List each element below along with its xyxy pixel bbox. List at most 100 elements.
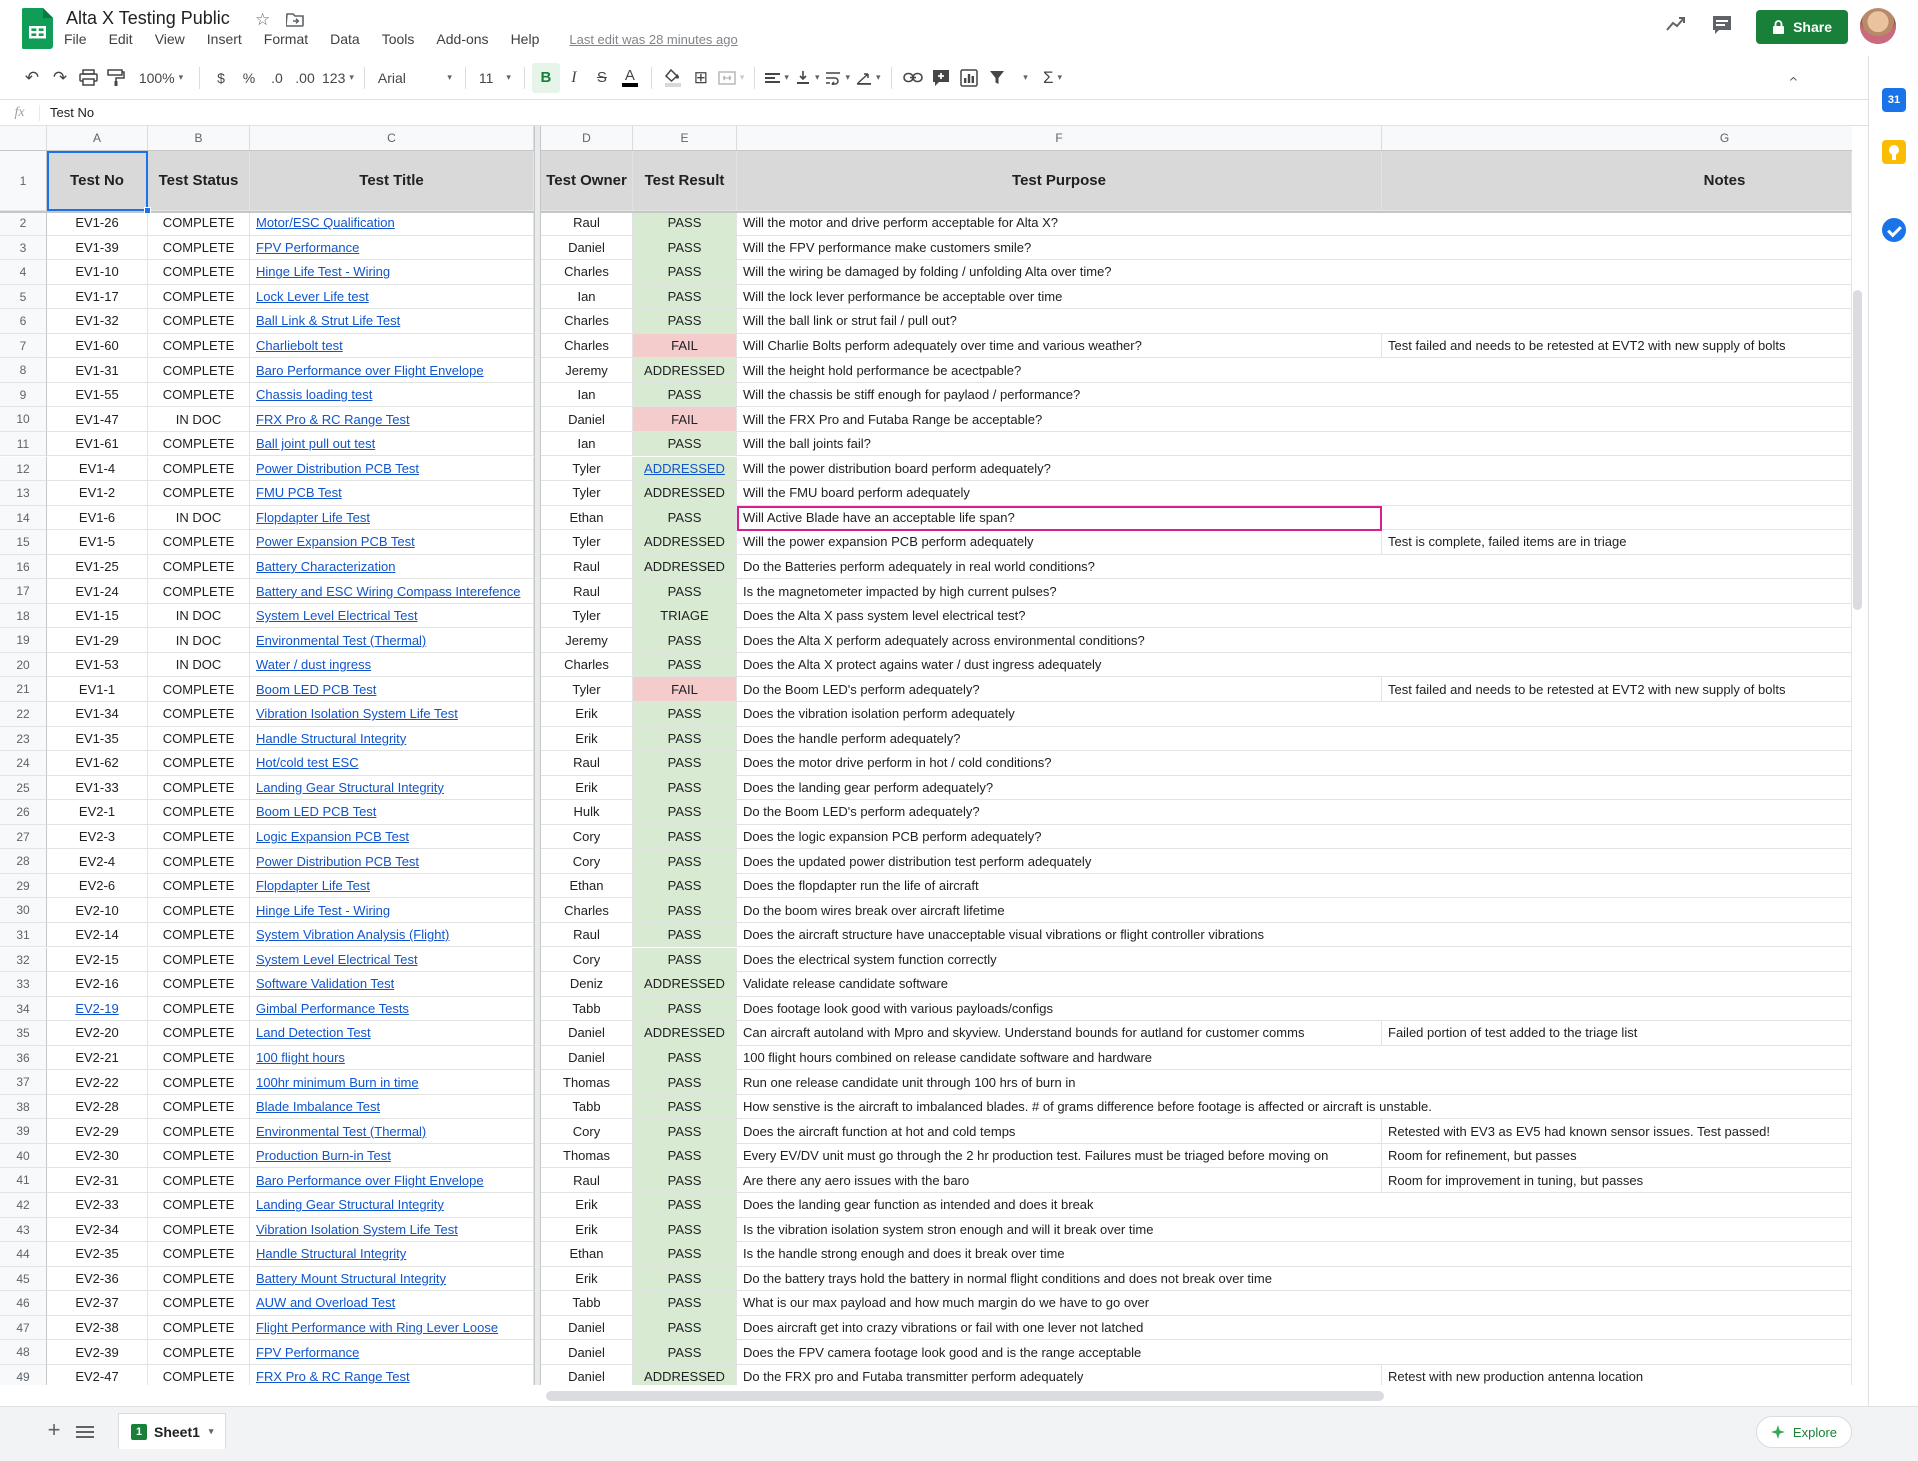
cell-purpose-row-35[interactable]: Can aircraft autoland with Mpro and skyv… (737, 1021, 1382, 1046)
cell-note-row-23[interactable] (1382, 727, 1852, 752)
cell-purpose-row-2[interactable]: Will the motor and drive perform accepta… (737, 211, 1382, 236)
cell-status-row-45[interactable]: COMPLETE (148, 1267, 250, 1292)
row-number-31[interactable]: 31 (0, 923, 47, 948)
cell-status-row-26[interactable]: COMPLETE (148, 800, 250, 825)
cell-note-row-11[interactable] (1382, 432, 1852, 457)
cell-status-row-32[interactable]: COMPLETE (148, 948, 250, 973)
test-title-link[interactable]: Motor/ESC Qualification (256, 215, 395, 230)
test-title-link[interactable]: Battery Characterization (256, 559, 395, 574)
cell-purpose-row-24[interactable]: Does the motor drive perform in hot / co… (737, 751, 1382, 776)
cell-result-row-39[interactable]: PASS (633, 1119, 737, 1144)
test-title-link[interactable]: Flight Performance with Ring Lever Loose (256, 1320, 498, 1335)
menu-format[interactable]: Format (264, 31, 308, 47)
cell-status-row-10[interactable]: IN DOC (148, 407, 250, 432)
cell-purpose-row-15[interactable]: Will the power expansion PCB perform ade… (737, 530, 1382, 555)
cell-note-row-30[interactable] (1382, 898, 1852, 923)
test-title-link[interactable]: Gimbal Performance Tests (256, 1001, 409, 1016)
cell-purpose-row-6[interactable]: Will the ball link or strut fail / pull … (737, 309, 1382, 334)
cell-result-row-8[interactable]: ADDRESSED (633, 358, 737, 383)
column-header-C[interactable]: C (250, 126, 534, 151)
cell-note-row-48[interactable] (1382, 1340, 1852, 1365)
cell-title-row-6[interactable]: Ball Link & Strut Life Test (250, 309, 534, 334)
row-number-38[interactable]: 38 (0, 1095, 47, 1120)
row-number-35[interactable]: 35 (0, 1021, 47, 1046)
test-title-link[interactable]: FPV Performance (256, 240, 359, 255)
cell-result-row-4[interactable]: PASS (633, 260, 737, 285)
menu-view[interactable]: View (155, 31, 185, 47)
cell-no-row-46[interactable]: EV2-37 (47, 1291, 148, 1316)
cell-result-row-28[interactable]: PASS (633, 849, 737, 874)
cell-status-row-27[interactable]: COMPLETE (148, 825, 250, 850)
text-wrap-button[interactable]: ▾ (822, 63, 853, 93)
text-color-button[interactable]: A (616, 63, 644, 93)
cell-purpose-row-32[interactable]: Does the electrical system function corr… (737, 948, 1382, 973)
test-title-link[interactable]: FRX Pro & RC Range Test (256, 412, 410, 427)
row-number-37[interactable]: 37 (0, 1070, 47, 1095)
row-number-19[interactable]: 19 (0, 628, 47, 653)
menu-tools[interactable]: Tools (382, 31, 415, 47)
cell-note-row-25[interactable] (1382, 776, 1852, 801)
test-title-link[interactable]: Software Validation Test (256, 976, 394, 991)
cell-no-row-38[interactable]: EV2-28 (47, 1095, 148, 1120)
cell-status-row-41[interactable]: COMPLETE (148, 1168, 250, 1193)
cell-result-row-34[interactable]: PASS (633, 997, 737, 1022)
cell-no-row-30[interactable]: EV2-10 (47, 898, 148, 923)
cell-purpose-row-16[interactable]: Do the Batteries perform adequately in r… (737, 555, 1382, 580)
cell-no-row-19[interactable]: EV1-29 (47, 628, 148, 653)
cell-owner-row-3[interactable]: Daniel (541, 236, 633, 261)
cell-status-row-37[interactable]: COMPLETE (148, 1070, 250, 1095)
cell-owner-row-27[interactable]: Cory (541, 825, 633, 850)
cell-result-row-37[interactable]: PASS (633, 1070, 737, 1095)
cell-no-row-24[interactable]: EV1-62 (47, 751, 148, 776)
borders-button[interactable]: ⊞ (687, 63, 715, 93)
row-number-7[interactable]: 7 (0, 334, 47, 359)
cell-result-row-11[interactable]: PASS (633, 432, 737, 457)
star-icon[interactable]: ☆ (255, 10, 270, 30)
cell-result-row-42[interactable]: PASS (633, 1193, 737, 1218)
increase-decimal-button[interactable]: .00 (291, 63, 319, 93)
cell-result-row-33[interactable]: ADDRESSED (633, 972, 737, 997)
column-header-E[interactable]: E (633, 126, 737, 151)
cell-result-row-26[interactable]: PASS (633, 800, 737, 825)
cell-status-row-8[interactable]: COMPLETE (148, 358, 250, 383)
row-number-47[interactable]: 47 (0, 1316, 47, 1341)
cell-status-row-9[interactable]: COMPLETE (148, 383, 250, 408)
cell-purpose-row-5[interactable]: Will the lock lever performance be accep… (737, 285, 1382, 310)
test-title-link[interactable]: Land Detection Test (256, 1025, 371, 1040)
cell-status-row-14[interactable]: IN DOC (148, 506, 250, 531)
cell-owner-row-48[interactable]: Daniel (541, 1340, 633, 1365)
cell-no-row-25[interactable]: EV1-33 (47, 776, 148, 801)
cell-purpose-row-4[interactable]: Will the wiring be damaged by folding / … (737, 260, 1382, 285)
row-number-32[interactable]: 32 (0, 948, 47, 973)
test-title-link[interactable]: System Level Electrical Test (256, 952, 418, 967)
cell-title-row-32[interactable]: System Level Electrical Test (250, 948, 534, 973)
test-title-link[interactable]: Hinge Life Test - Wiring (256, 903, 390, 918)
cell-owner-row-49[interactable]: Daniel (541, 1365, 633, 1385)
test-title-link[interactable]: AUW and Overload Test (256, 1295, 395, 1310)
fill-color-button[interactable] (659, 63, 687, 93)
cell-result-row-40[interactable]: PASS (633, 1144, 737, 1169)
result-link[interactable]: ADDRESSED (644, 461, 725, 476)
cell-owner-row-43[interactable]: Erik (541, 1218, 633, 1243)
column-header-G[interactable]: G (1382, 126, 1852, 151)
cell-owner-row-10[interactable]: Daniel (541, 407, 633, 432)
cell-purpose-row-33[interactable]: Validate release candidate software (737, 972, 1382, 997)
cell-no-row-27[interactable]: EV2-3 (47, 825, 148, 850)
cell-result-row-43[interactable]: PASS (633, 1218, 737, 1243)
test-title-link[interactable]: Hinge Life Test - Wiring (256, 264, 390, 279)
cell-status-row-23[interactable]: COMPLETE (148, 727, 250, 752)
test-title-link[interactable]: Handle Structural Integrity (256, 731, 406, 746)
row-number-41[interactable]: 41 (0, 1168, 47, 1193)
cell-no-row-22[interactable]: EV1-34 (47, 702, 148, 727)
menu-help[interactable]: Help (511, 31, 540, 47)
cell-purpose-row-20[interactable]: Does the Alta X protect agains water / d… (737, 653, 1382, 678)
cell-title-row-21[interactable]: Boom LED PCB Test (250, 677, 534, 702)
row-number-24[interactable]: 24 (0, 751, 47, 776)
row-number-33[interactable]: 33 (0, 972, 47, 997)
row-number-20[interactable]: 20 (0, 653, 47, 678)
cell-status-row-5[interactable]: COMPLETE (148, 285, 250, 310)
cell-result-row-12[interactable]: ADDRESSED (633, 457, 737, 482)
text-rotation-button[interactable]: ▾ (853, 63, 884, 93)
cell-no-row-12[interactable]: EV1-4 (47, 457, 148, 482)
cell-purpose-row-12[interactable]: Will the power distribution board perfor… (737, 457, 1382, 482)
